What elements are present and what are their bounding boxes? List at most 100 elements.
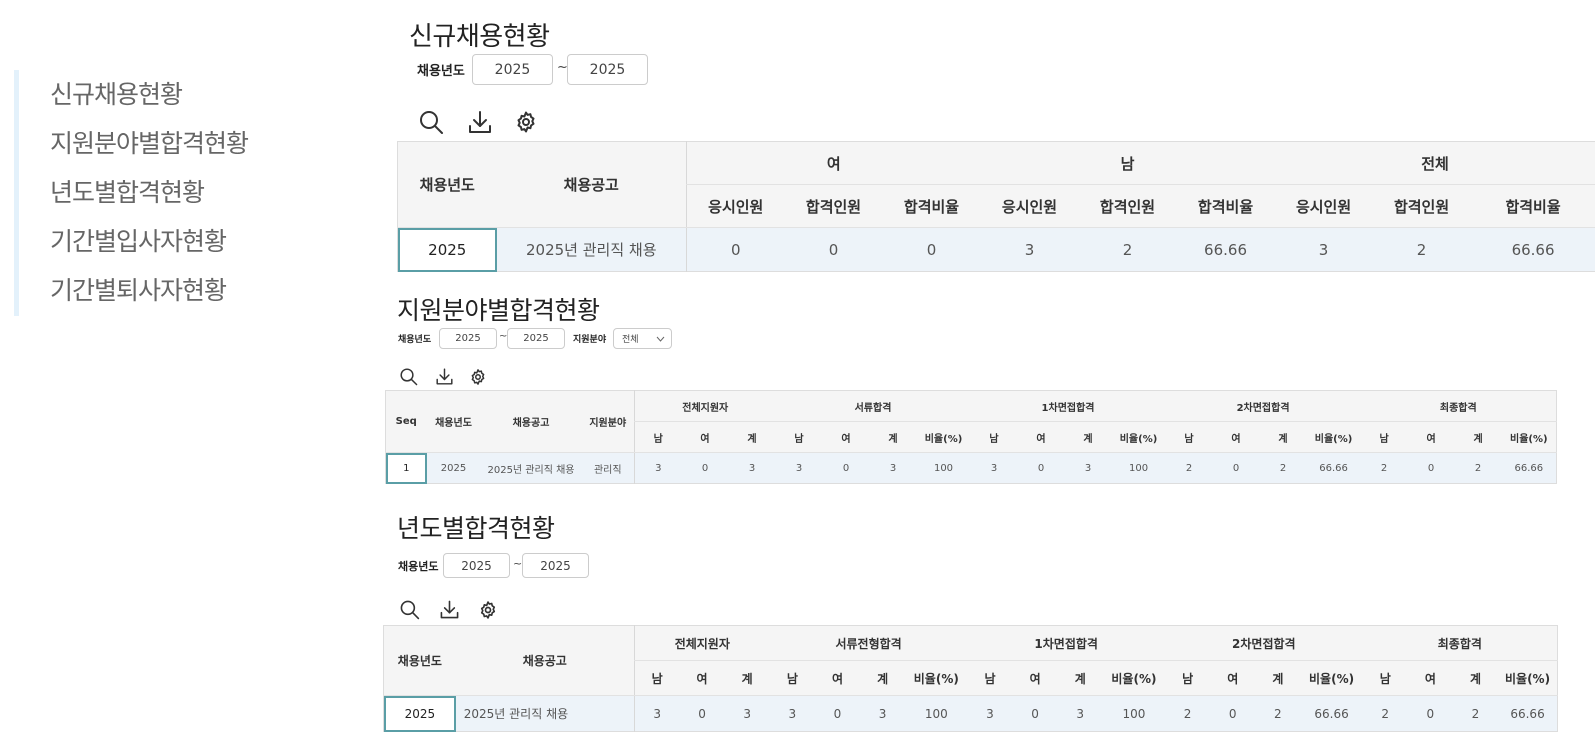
cell-value[interactable]: 2 [1078, 227, 1177, 272]
cell-value[interactable]: 100 [916, 452, 971, 484]
cell-notice[interactable]: 2025년 관리직 채용 [455, 695, 635, 732]
section2-year-from-input[interactable]: 2025 [439, 328, 497, 349]
cell-value[interactable]: 3 [860, 695, 906, 732]
section3-settings-button[interactable] [476, 598, 499, 621]
section2-download-button[interactable] [434, 366, 455, 387]
sidebar-item-leavers-by-period[interactable]: 기간별퇴사자현황 [50, 266, 319, 315]
search-icon [400, 600, 420, 620]
sidebar-item-pass-by-field[interactable]: 지원분야별합격현황 [50, 119, 319, 168]
cell-value[interactable]: 0 [1012, 695, 1058, 732]
table-row[interactable]: 1 2025 2025년 관리직 채용 관리직 3 0 3 3 0 3 100 … [385, 452, 1557, 484]
section2-settings-button[interactable] [467, 366, 488, 387]
cell-year[interactable]: 2025 [383, 695, 456, 732]
group-header-interview1-pass: 1차면접합격 [970, 390, 1166, 422]
sidebar-item-pass-by-year[interactable]: 년도별합격현황 [50, 168, 319, 217]
cell-value[interactable]: 2 [1454, 452, 1502, 484]
section2-field-select[interactable]: 전체 [613, 328, 672, 349]
cell-value[interactable]: 2 [1259, 452, 1307, 484]
cell-value[interactable]: 3 [775, 452, 823, 484]
cell-notice[interactable]: 2025년 관리직 채용 [480, 452, 582, 484]
cell-value[interactable]: 3 [967, 695, 1013, 732]
cell-value[interactable]: 3 [869, 452, 917, 484]
cell-value[interactable]: 3 [1064, 452, 1112, 484]
sub-header: 여 [1212, 421, 1260, 453]
cell-value[interactable]: 0 [679, 695, 725, 732]
cell-value[interactable]: 2 [1362, 695, 1408, 732]
cell-value[interactable]: 3 [980, 227, 1079, 272]
sidebar-item-joiners-by-period[interactable]: 기간별입사자현황 [50, 217, 319, 266]
section1-settings-button[interactable] [512, 108, 540, 136]
section2-table: Seq 채용년도 채용공고 지원분야 전체지원자 서류합격 1차면접합격 2차면… [385, 390, 1558, 484]
section2-search-button[interactable] [398, 366, 419, 387]
cell-value[interactable]: 0 [822, 452, 870, 484]
cell-year[interactable]: 2025 [397, 227, 497, 272]
cell-value[interactable]: 2 [1165, 452, 1213, 484]
cell-value[interactable]: 2 [1360, 452, 1408, 484]
section2-year-to-input[interactable]: 2025 [507, 328, 565, 349]
cell-value[interactable]: 66.66 [1470, 227, 1595, 272]
sub-header: 비율(%) [1501, 421, 1557, 453]
sub-header: 남 [970, 421, 1018, 453]
cell-value[interactable]: 0 [681, 452, 729, 484]
cell-field[interactable]: 관리직 [581, 452, 635, 484]
cell-value[interactable]: 3 [634, 452, 682, 484]
sub-header: 계 [1064, 421, 1112, 453]
table-row[interactable]: 2025 2025년 관리직 채용 3 0 3 3 0 3 100 3 0 3 … [383, 695, 1558, 732]
cell-value[interactable]: 100 [1111, 452, 1166, 484]
section1-table: 채용년도 채용공고 여 남 전체 응시인원 합격인원 합격비율 응시인원 합격인… [397, 141, 1595, 272]
sub-header: 남 [775, 421, 823, 453]
table-row[interactable]: 2025 2025년 관리직 채용 0 0 0 3 2 66.66 3 2 66… [397, 227, 1595, 272]
cell-value[interactable]: 100 [1102, 695, 1166, 732]
section1-year-from-input[interactable]: 2025 [472, 54, 553, 85]
cell-value[interactable]: 3 [724, 695, 770, 732]
section3-range-separator: ~ [513, 557, 523, 570]
group-header-interview1-pass: 1차면접합격 [967, 625, 1166, 661]
cell-value[interactable]: 2 [1452, 695, 1499, 732]
cell-value[interactable]: 2 [1372, 227, 1471, 272]
sub-header: 비율(%) [916, 421, 971, 453]
cell-value[interactable]: 66.66 [1498, 695, 1558, 732]
group-header-female: 여 [685, 141, 981, 185]
cell-seq[interactable]: 1 [385, 452, 427, 484]
cell-value[interactable]: 0 [1407, 452, 1455, 484]
cell-value[interactable]: 0 [1212, 452, 1260, 484]
group-header-male: 남 [980, 141, 1275, 185]
cell-value[interactable]: 0 [1407, 695, 1453, 732]
cell-value[interactable]: 3 [970, 452, 1018, 484]
cell-value[interactable]: 0 [1210, 695, 1256, 732]
cell-value[interactable]: 3 [1057, 695, 1103, 732]
cell-value[interactable]: 3 [1274, 227, 1373, 272]
section3-year-from-input[interactable]: 2025 [443, 553, 510, 578]
col-header-field: 지원분야 [581, 390, 635, 453]
cell-value[interactable]: 3 [728, 452, 776, 484]
cell-value[interactable]: 0 [784, 227, 883, 272]
sidebar-item-new-hires[interactable]: 신규채용현황 [50, 70, 319, 119]
cell-value[interactable]: 66.66 [1501, 452, 1557, 484]
section1-search-button[interactable] [417, 108, 445, 136]
cell-value[interactable]: 2 [1255, 695, 1301, 732]
cell-value[interactable]: 2 [1165, 695, 1211, 732]
sub-header: 합격인원 [784, 184, 883, 228]
sub-header: 남 [1360, 421, 1408, 453]
cell-year[interactable]: 2025 [426, 452, 481, 484]
cell-value[interactable]: 0 [882, 227, 981, 272]
cell-value[interactable]: 66.66 [1300, 695, 1363, 732]
section3-year-to-input[interactable]: 2025 [522, 553, 589, 578]
sub-header: 여 [1210, 660, 1256, 696]
cell-value[interactable]: 66.66 [1306, 452, 1361, 484]
cell-value[interactable]: 0 [814, 695, 861, 732]
section1-year-to-input[interactable]: 2025 [567, 54, 648, 85]
cell-notice[interactable]: 2025년 관리직 채용 [496, 227, 687, 272]
cell-value[interactable]: 3 [633, 695, 680, 732]
cell-value[interactable]: 3 [769, 695, 815, 732]
section3-download-button[interactable] [438, 598, 461, 621]
sub-header: 여 [1017, 421, 1065, 453]
cell-value[interactable]: 66.66 [1176, 227, 1275, 272]
cell-value[interactable]: 0 [1017, 452, 1065, 484]
section1-download-button[interactable] [466, 108, 494, 136]
cell-value[interactable]: 0 [686, 227, 785, 272]
cell-value[interactable]: 100 [905, 695, 968, 732]
sub-header: 남 [1165, 660, 1211, 696]
download-icon [436, 368, 453, 385]
section3-search-button[interactable] [398, 598, 421, 621]
